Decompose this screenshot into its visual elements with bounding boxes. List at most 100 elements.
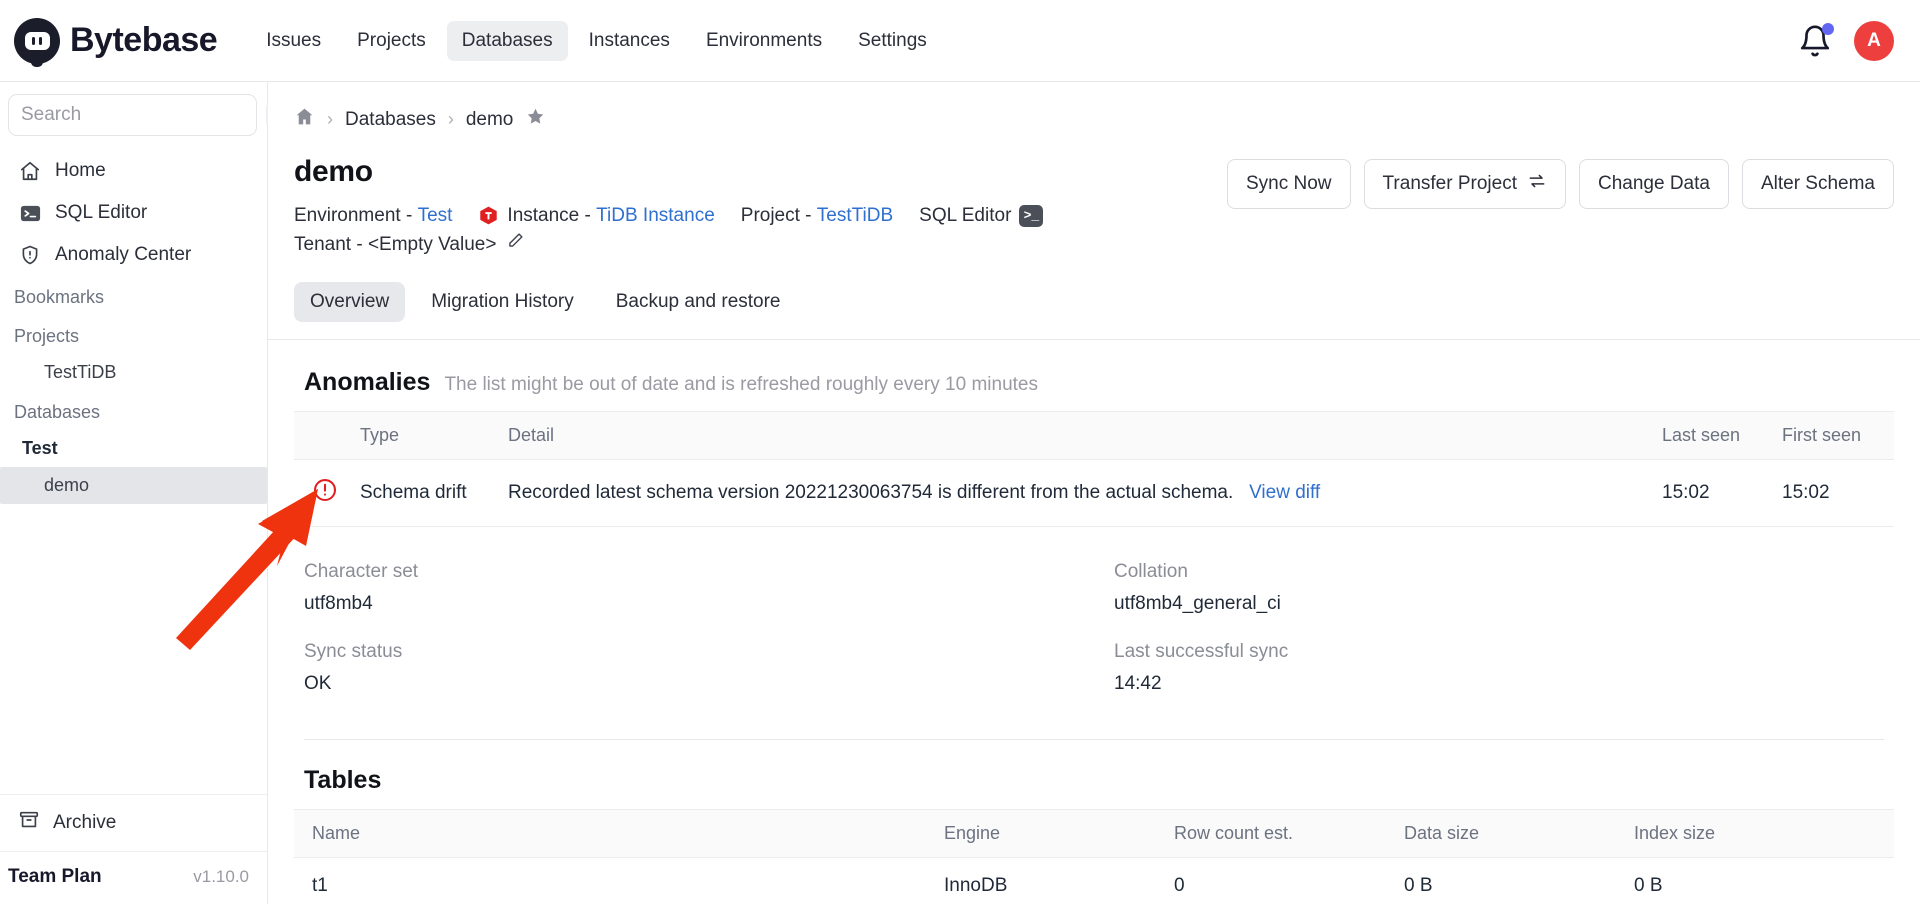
star-icon[interactable] <box>525 106 546 133</box>
transfer-arrows-icon <box>1527 171 1547 197</box>
sidebar-item-archive[interactable]: Archive <box>0 794 267 851</box>
meta-environment-label: Environment - <box>294 205 413 226</box>
tables-table-head: Name Engine Row count est. Data size Ind… <box>294 808 1894 858</box>
avatar[interactable]: A <box>1854 20 1894 61</box>
database-details-grid: Character set utf8mb4 Collation utf8mb4_… <box>294 527 1894 721</box>
breadcrumb: › Databases › demo <box>268 82 1920 143</box>
anomaly-detail-text: Recorded latest schema version 202212300… <box>508 481 1234 503</box>
nav-item-environments[interactable]: Environments <box>691 21 837 61</box>
meta-tenant-label: Tenant - <box>294 234 363 256</box>
detail-sync-status-label: Sync status <box>304 640 403 662</box>
sidebar-item-sql-editor-label: SQL Editor <box>55 202 148 223</box>
sidebar-links: Home SQL Editor Anomaly Center <box>0 144 267 276</box>
body-region: ⌘ K Home <box>0 82 1920 904</box>
tables-col-index-size: Index size <box>1634 808 1894 858</box>
meta-project-value[interactable]: TestTiDB <box>817 201 893 230</box>
search-box[interactable]: ⌘ K <box>8 94 314 136</box>
sidebar-item-database-demo[interactable]: demo <box>0 467 267 504</box>
transfer-project-label: Transfer Project <box>1382 173 1517 194</box>
page-header: demo Environment - Test Instance - TiDB … <box>268 143 1920 260</box>
sidebar-item-sql-editor[interactable]: SQL Editor <box>8 192 259 234</box>
anomaly-status-cell <box>294 459 360 527</box>
plan-version: v1.10.0 <box>193 867 249 886</box>
sidebar-item-home-label: Home <box>55 160 106 181</box>
tab-migration-history[interactable]: Migration History <box>415 282 590 322</box>
anomalies-col-last-seen: Last seen <box>1662 410 1782 460</box>
pencil-icon[interactable] <box>506 230 525 259</box>
brand-name: Bytebase <box>70 21 218 59</box>
meta-tenant: Tenant - <Empty Value> <box>294 230 525 259</box>
breadcrumb-item-demo[interactable]: demo <box>466 109 514 131</box>
tab-overview[interactable]: Overview <box>294 281 406 322</box>
anomalies-col-type: Type <box>360 410 508 460</box>
top-nav: Issues Projects Databases Instances Envi… <box>251 20 942 61</box>
table-data-size-cell: 0 B <box>1404 857 1634 904</box>
page-actions: Sync Now Transfer Project Change Data Al… <box>1227 155 1894 209</box>
page-meta-line-2: Tenant - <Empty Value> <box>294 230 1069 259</box>
tables-table: Name Engine Row count est. Data size Ind… <box>294 808 1894 904</box>
transfer-project-button[interactable]: Transfer Project <box>1363 159 1566 209</box>
top-bar-right: A <box>1798 20 1894 61</box>
sidebar-item-env-test[interactable]: Test <box>0 430 267 467</box>
detail-collation-label: Collation <box>1114 560 1188 582</box>
nav-item-issues[interactable]: Issues <box>251 21 336 61</box>
detail-collation-value: utf8mb4_general_ci <box>1114 592 1281 614</box>
terminal-glyph <box>20 205 40 221</box>
meta-instance-value[interactable]: TiDB Instance <box>596 201 715 230</box>
anomalies-col-first-seen: First seen <box>1782 410 1894 460</box>
table-row[interactable]: t1 InnoDB 0 0 B 0 B <box>294 857 1894 904</box>
tidb-icon <box>478 205 499 226</box>
sidebar-item-project-testtidb[interactable]: TestTiDB <box>0 354 267 391</box>
sidebar-item-anomaly-center[interactable]: Anomaly Center <box>8 234 259 276</box>
tables-title: Tables <box>304 765 382 794</box>
anomalies-table-head: Type Detail Last seen First seen <box>294 410 1894 460</box>
nav-item-instances[interactable]: Instances <box>574 21 685 61</box>
notifications-button[interactable] <box>1798 22 1834 58</box>
detail-last-successful-sync-value: 14:42 <box>1114 672 1162 694</box>
breadcrumb-item-databases[interactable]: Databases <box>345 109 436 131</box>
main-content: › Databases › demo demo Environment - Te… <box>268 82 1920 904</box>
page-meta-line-1: Environment - Test Instance - TiDB Insta… <box>294 201 1069 230</box>
meta-sql-editor-label: SQL Editor <box>919 205 1012 226</box>
breadcrumb-home-icon[interactable] <box>294 106 315 133</box>
tables-header: Tables <box>294 740 1894 809</box>
anomaly-detail-cell: Recorded latest schema version 202212300… <box>508 459 1662 527</box>
breadcrumb-separator-2: › <box>447 109 454 129</box>
detail-last-successful-sync: Last successful sync 14:42 <box>1114 641 1884 721</box>
change-data-button[interactable]: Change Data <box>1578 159 1729 209</box>
detail-sync-status-value: OK <box>304 672 332 694</box>
sync-now-button[interactable]: Sync Now <box>1227 159 1351 209</box>
table-row[interactable]: Schema drift Recorded latest schema vers… <box>294 459 1894 527</box>
meta-instance: Instance - TiDB Instance <box>478 201 715 230</box>
search-input[interactable] <box>21 104 266 126</box>
nav-item-settings[interactable]: Settings <box>843 21 942 61</box>
anomalies-table: Type Detail Last seen First seen Schema … <box>294 410 1894 527</box>
meta-environment: Environment - Test <box>294 201 452 230</box>
top-bar: Bytebase Issues Projects Databases Insta… <box>0 0 1920 82</box>
page-meta: Environment - Test Instance - TiDB Insta… <box>294 201 1069 260</box>
alter-schema-button[interactable]: Alter Schema <box>1741 159 1894 209</box>
plan-row[interactable]: Team Plan v1.10.0 <box>0 851 267 904</box>
meta-environment-value[interactable]: Test <box>418 201 453 230</box>
anomalies-subtitle: The list might be out of date and is ref… <box>444 373 1038 395</box>
sidebar-item-anomaly-center-label: Anomaly Center <box>55 244 192 265</box>
meta-project-label: Project - <box>740 205 812 226</box>
meta-sql-editor-link[interactable]: SQL Editor >_ <box>919 201 1044 230</box>
table-name-cell[interactable]: t1 <box>294 857 944 904</box>
brand-logo[interactable]: Bytebase <box>14 17 218 64</box>
nav-item-projects[interactable]: Projects <box>342 21 441 61</box>
detail-character-set: Character set utf8mb4 <box>304 561 1074 641</box>
tab-backup-and-restore[interactable]: Backup and restore <box>600 282 797 322</box>
view-diff-link[interactable]: View diff <box>1249 482 1320 503</box>
tables-col-name: Name <box>294 808 944 858</box>
tables-table-body: t1 InnoDB 0 0 B 0 B <box>294 857 1894 904</box>
sidebar-item-home[interactable]: Home <box>8 150 259 192</box>
nav-item-databases[interactable]: Databases <box>446 20 568 61</box>
tables-col-engine: Engine <box>944 808 1174 858</box>
meta-project: Project - TestTiDB <box>741 201 893 230</box>
anomaly-first-seen-cell: 15:02 <box>1782 459 1894 527</box>
anomalies-col-status <box>294 410 360 460</box>
tables-col-data-size: Data size <box>1404 808 1634 858</box>
anomalies-section: Anomalies The list might be out of date … <box>268 340 1920 904</box>
